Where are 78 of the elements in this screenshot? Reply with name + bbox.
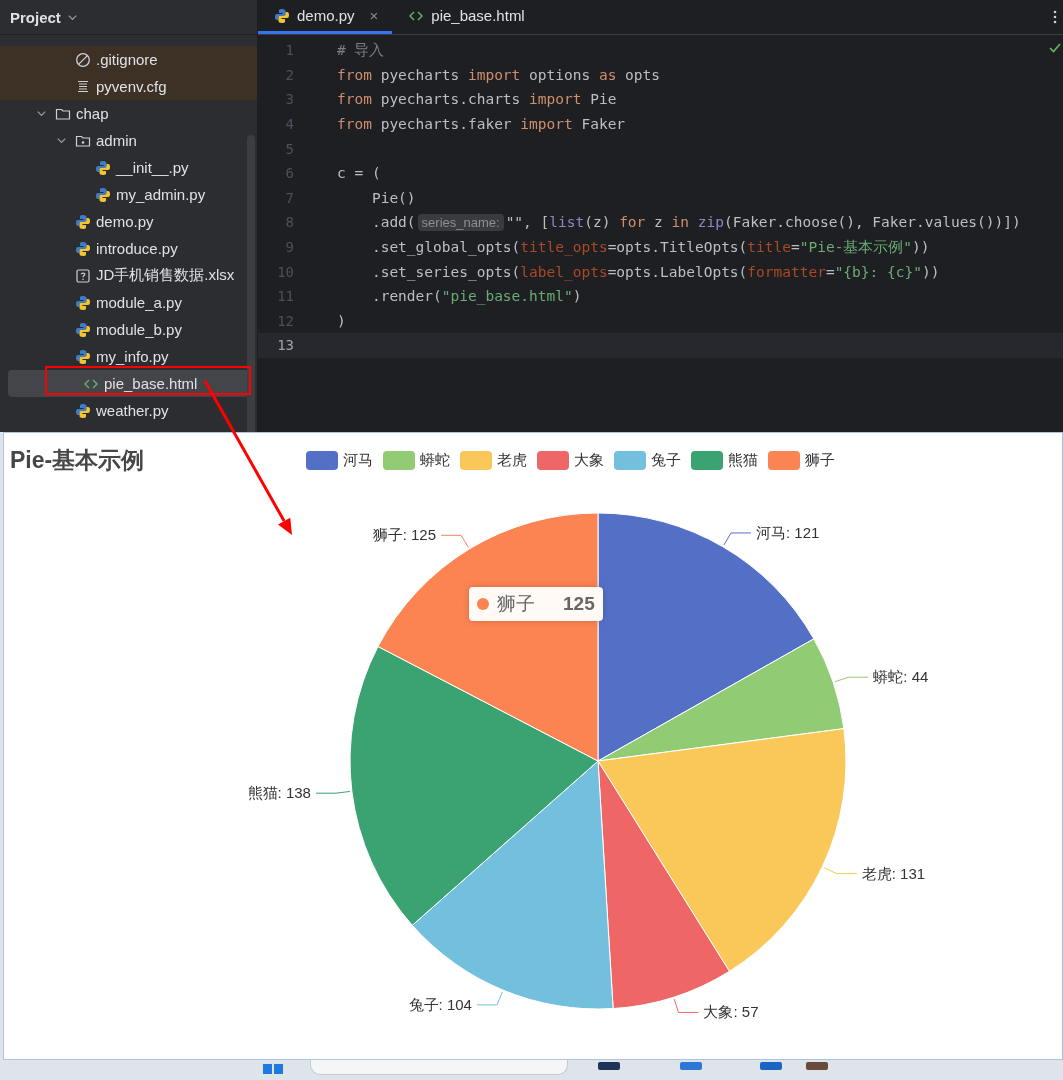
close-button[interactable]: × [369,7,379,24]
chevron-down-icon[interactable] [55,135,67,146]
more-icon[interactable] [1053,9,1057,25]
data-label: 老虎: 131 [861,864,926,882]
leader-line [673,998,699,1013]
code-line: "", [list(z) for z in zip(Faker.choose(), Faker.values())]) [505,214,1021,231]
editor-tab[interactable]: demo.py × [258,0,393,34]
data-label: 狮子: 125 [372,526,437,544]
app-icon[interactable] [806,1062,828,1070]
checkmark-icon [1049,43,1061,53]
python-icon [274,7,290,24]
python-icon [95,186,111,203]
tree-item[interactable]: JD手机销售数据.xlsx [0,262,249,289]
leader-line [440,534,469,548]
tree-item[interactable]: admin [0,127,249,154]
python-icon [75,348,91,365]
app-icon[interactable] [680,1062,702,1070]
code-line: .set_series_opts(label_opts=opts.LabelOpts(formatter="{b}: {c}")) [370,263,940,280]
code-line: ) [337,312,346,329]
tree-item[interactable]: my_admin.py [0,181,249,208]
code-line: from pyecharts.charts import Pie [337,91,617,108]
data-label: 熊猫: 138 [247,784,311,802]
chevron-down-icon[interactable] [35,108,47,119]
editor-tab[interactable]: pie_base.html [392,0,539,34]
tree-item[interactable]: .gitignore [0,46,257,73]
legend-item[interactable]: 老虎 [460,450,527,470]
legend-item[interactable]: 兔子 [614,450,681,470]
code-line: from pyecharts.faker import Faker [337,116,626,133]
leader-line [823,867,858,875]
python-icon [75,402,91,419]
leader-line [723,532,752,546]
parameter-hint: series_name: [417,213,504,231]
legend-item[interactable]: 蟒蛇 [383,450,450,470]
line-number: 13 [276,337,294,354]
text-lines-icon [75,78,91,95]
legend-item[interactable]: 狮子 [768,450,835,470]
code-line: # 导入 [337,40,385,60]
start-icon[interactable] [262,1064,284,1074]
search-field[interactable] [310,1060,568,1075]
code-line: .add( [370,214,416,231]
question-file-icon [75,267,91,284]
panel-title[interactable]: Project [10,8,61,26]
app-icon[interactable] [598,1062,620,1070]
data-label: 大象: 57 [703,1003,759,1021]
tree-item[interactable]: demo.py [0,208,249,235]
tree-item[interactable]: chap [0,100,249,127]
tooltip: 狮子 125 [469,587,603,621]
leader-line [834,676,869,683]
data-label: 河马: 121 [756,523,820,541]
tree-item[interactable]: module_b.py [0,316,249,343]
tree-item[interactable]: pyvenv.cfg [0,73,257,100]
tree-item[interactable]: module_a.py [0,289,249,316]
leader-line [315,790,351,794]
tree-item[interactable]: pie_base.html [8,370,249,397]
legend-item[interactable]: 熊猫 [691,450,758,470]
python-icon [75,294,91,311]
legend-item[interactable]: 河马 [306,450,373,470]
scrollbar[interactable] [247,135,255,432]
python-icon [75,321,91,338]
leader-line [476,991,503,1006]
legend-item[interactable]: 大象 [537,450,604,470]
app-icon[interactable] [760,1062,782,1070]
python-icon [75,240,91,257]
code-line: from pyecharts import options as opts [337,66,661,83]
prohibited-icon [75,51,91,68]
code-line: Pie() [370,189,416,206]
tree-item[interactable]: my_info.py [0,343,249,370]
tree-item[interactable]: weather.py [0,397,249,424]
chart-title: Pie-基本示例 [10,445,146,475]
tree-item[interactable]: introduce.py [0,235,249,262]
code-line: .set_global_opts(title_opts=opts.TitleOpts(title="Pie-基本示例")) [370,237,930,257]
data-label: 兔子: 104 [408,995,472,1013]
tree-item[interactable]: __init__.py [0,154,249,181]
python-icon [75,213,91,230]
python-icon [95,159,111,176]
data-label: 蟒蛇: 44 [873,668,929,686]
code-line: .render("pie_base.html") [370,288,582,305]
code-line: c = ( [337,165,381,182]
